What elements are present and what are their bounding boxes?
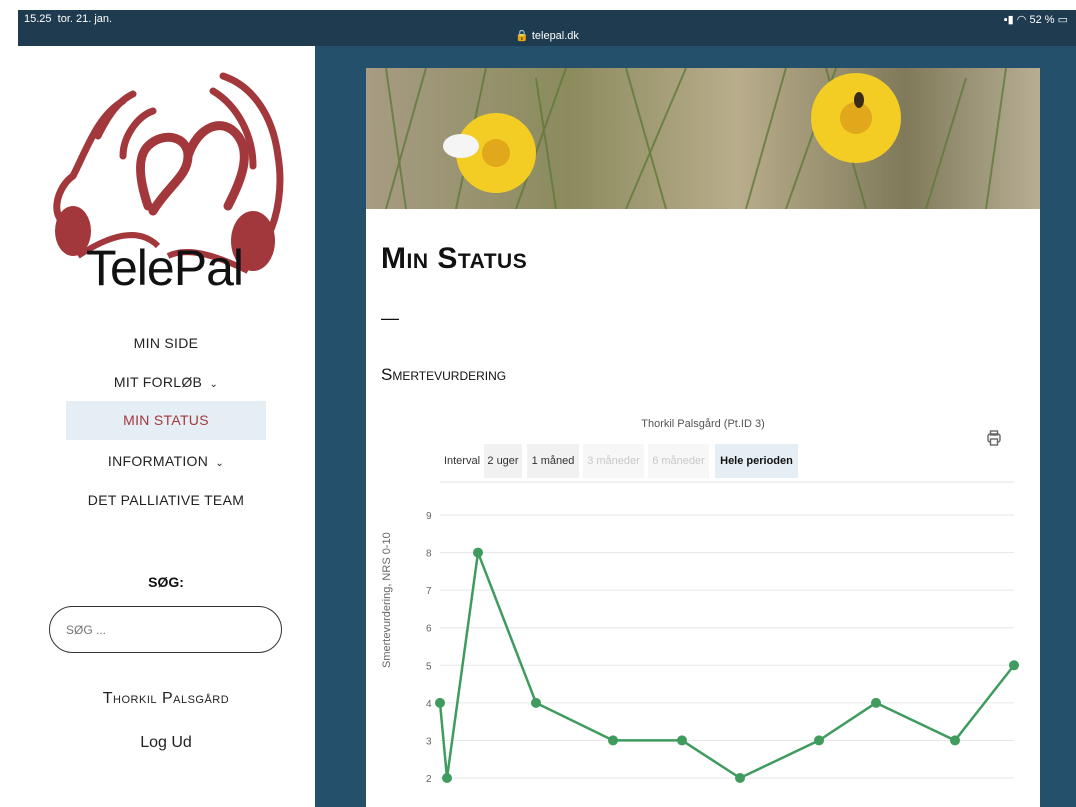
data-point[interactable] xyxy=(677,735,687,746)
y-tick-label: 7 xyxy=(426,586,432,597)
data-point[interactable] xyxy=(814,735,824,746)
chevron-down-icon: ⌄ xyxy=(206,379,219,390)
main-card: Min Status — Smertevurdering Thorkil Pal… xyxy=(366,68,1040,807)
y-tick-label: 3 xyxy=(426,736,432,747)
logout-link[interactable]: Log Ud xyxy=(66,734,266,752)
data-point[interactable] xyxy=(1009,660,1019,671)
nav-label: MIT FORLØB xyxy=(113,374,203,390)
status-time: 15.25 tor. 21. jan. xyxy=(24,13,113,25)
ipad-screen: 15.25 tor. 21. jan. 🔒 telepal.dk ▪▮ ◠ 52… xyxy=(0,0,1076,807)
title-separator: — xyxy=(381,308,399,328)
page-title: Min Status xyxy=(381,242,528,275)
interval-full-period-button[interactable]: Hele perioden xyxy=(715,444,798,478)
data-point[interactable] xyxy=(473,547,483,558)
interval-3-months-button: 3 måneder xyxy=(583,444,644,478)
y-tick-label: 8 xyxy=(426,549,432,560)
pain-score-chart: 2 3 4 5 6 7 8 9 xyxy=(426,481,1019,785)
battery-icon: ▭ xyxy=(1057,14,1068,26)
search-label: SØG: xyxy=(148,574,184,590)
chevron-down-icon: ⌄ xyxy=(212,458,225,469)
interval-1-month-button[interactable]: 1 måned xyxy=(527,444,579,478)
nav-item-min-side[interactable]: MIN SIDE xyxy=(66,330,266,356)
signal-icon: ▪▮ xyxy=(1003,14,1014,26)
y-tick-label: 2 xyxy=(426,774,432,785)
browser-status-bar: 15.25 tor. 21. jan. 🔒 telepal.dk ▪▮ ◠ 52… xyxy=(18,10,1076,46)
y-tick-label: 6 xyxy=(426,624,432,635)
y-tick-label: 4 xyxy=(426,699,432,710)
nav-item-palliative-team[interactable]: DET PALLIATIVE TEAM xyxy=(66,487,266,513)
nav-label: MIN STATUS xyxy=(123,412,209,428)
user-name[interactable]: Thorkil Palsgård xyxy=(66,690,266,708)
nav-item-mit-forloeb[interactable]: MIT FORLØB ⌄ xyxy=(66,369,266,395)
nav-item-min-status[interactable]: MIN STATUS xyxy=(66,401,266,440)
data-point[interactable] xyxy=(950,735,960,746)
interval-6-months-button: 6 måneder xyxy=(648,444,709,478)
lock-icon: 🔒 xyxy=(515,30,529,42)
data-point[interactable] xyxy=(531,697,541,708)
data-point[interactable] xyxy=(735,773,745,783)
interval-2-weeks-button[interactable]: 2 uger xyxy=(484,444,522,478)
interval-label: Interval xyxy=(443,455,481,467)
nav-item-information[interactable]: INFORMATION ⌄ xyxy=(66,448,266,474)
sidebar: TelePal MIN SIDE MIT FORLØB ⌄ MIN STATUS… xyxy=(18,46,315,807)
nav-label: INFORMATION xyxy=(107,453,209,469)
data-point[interactable] xyxy=(442,773,452,783)
wifi-icon: ◠ xyxy=(1016,14,1027,26)
data-point[interactable] xyxy=(435,697,445,708)
url-text: telepal.dk xyxy=(531,30,579,42)
y-tick-label: 5 xyxy=(426,661,432,672)
y-tick-label: 9 xyxy=(426,511,432,522)
status-indicators: ▪▮ ◠ 52 % ▭ xyxy=(1004,13,1068,26)
data-point[interactable] xyxy=(608,735,618,746)
search-input[interactable] xyxy=(49,606,282,653)
section-title: Smertevurdering xyxy=(381,365,507,384)
nav-label: DET PALLIATIVE TEAM xyxy=(87,492,245,508)
logo-wordmark: TelePal xyxy=(86,240,244,296)
nav-label: MIN SIDE xyxy=(133,335,199,351)
dandelion-photo xyxy=(385,68,1007,209)
battery-percent: 52 % xyxy=(1029,14,1055,26)
print-icon[interactable] xyxy=(985,429,1003,447)
hero-image xyxy=(366,68,1040,209)
address-bar[interactable]: 🔒 telepal.dk xyxy=(18,29,1076,42)
data-point[interactable] xyxy=(871,697,881,708)
telepal-logo[interactable]: TelePal xyxy=(38,56,288,306)
chart-title: Thorkil Palsgård (Pt.ID 3) xyxy=(641,418,765,430)
y-axis-label: Smertevurdering, NRS 0-10 xyxy=(381,532,393,668)
